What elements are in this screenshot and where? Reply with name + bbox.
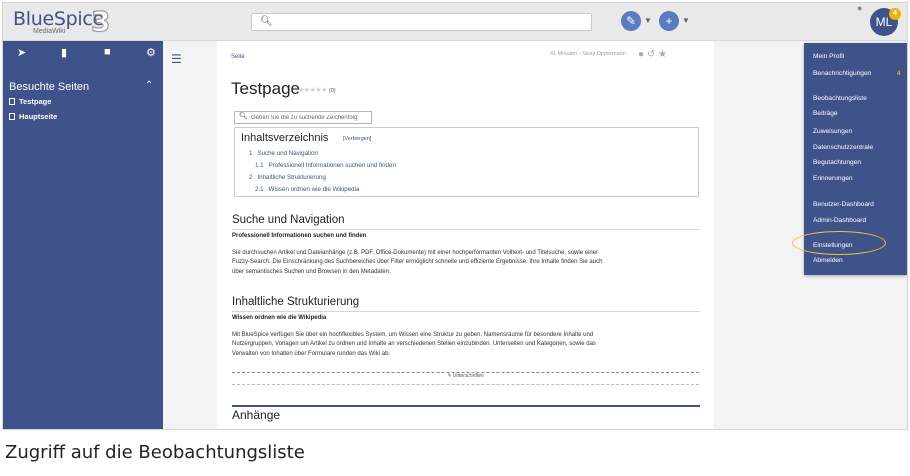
paragraph-line: Sie durchsuchen Artikel und Dateianhänge… <box>232 250 599 256</box>
screenshot-frame: BlueSpice MediaWiki 3 🔍︎ ✎ ▼ + ▼ ● ML 4 … <box>0 0 910 476</box>
toc-label: Inhaltliche Strukturierung <box>257 174 326 181</box>
page-icon <box>9 98 15 105</box>
menu-item-reviews[interactable]: Begutachtungen <box>813 159 861 166</box>
signatures-link[interactable]: ✎ Unterschriften <box>447 373 484 379</box>
page-search-input[interactable]: 🔍︎ Geben Sie die zu suchende Zeichenfolg <box>234 111 372 124</box>
sidebar-item-hauptseite[interactable]: Hauptseite <box>9 112 57 121</box>
lock-icon: ● <box>857 3 863 13</box>
bluespice-logo[interactable]: BlueSpice MediaWiki 3 <box>13 4 123 38</box>
page-title: Testpage <box>231 79 300 98</box>
paragraph-line: Verwalten von Inhalten über Formulare ru… <box>232 350 391 357</box>
breadcrumb[interactable]: Seite <box>231 54 245 60</box>
menu-item-privacy-center[interactable]: Datenschutzzentrale <box>813 144 873 151</box>
toc-number: 2 <box>249 174 253 181</box>
sidebar-item-testpage[interactable]: Testpage <box>9 97 51 106</box>
toc-entry[interactable]: 2.1 Wissen ordnen wie die Wikipedia <box>255 186 359 193</box>
search-placeholder: Geben Sie die zu suchende Zeichenfolg <box>251 114 358 121</box>
chevron-up-icon[interactable]: ⌃ <box>145 80 153 91</box>
section-subheading: Wissen ordnen wie die Wikipedia <box>232 315 327 321</box>
toc-label: Suche und Navigation <box>257 150 318 157</box>
chevron-down-icon: ▼ <box>682 16 690 25</box>
hamburger-menu-icon[interactable]: ☰ <box>171 52 182 66</box>
toc-number: 1.1 <box>255 162 264 169</box>
pin-icon[interactable]: ➤ <box>17 46 26 59</box>
heading-divider <box>232 229 700 230</box>
section-paragraph: Mit BlueSpice verfügen Sie über ein hoch… <box>232 331 702 359</box>
search-icon: 🔍︎ <box>239 113 248 120</box>
paragraph-line: Mit BlueSpice verfügen Sie über ein hoch… <box>232 332 594 338</box>
menu-item-reminders[interactable]: Erinnerungen <box>813 175 853 182</box>
top-bar: BlueSpice MediaWiki 3 🔍︎ ✎ ▼ + ▼ ● ML 4 <box>3 3 907 41</box>
toc-title: Inhaltsverzeichnis <box>241 132 329 144</box>
history-icon[interactable]: ↺ <box>647 49 655 60</box>
signature-divider <box>232 384 699 385</box>
menu-item-user-dashboard[interactable]: Benutzer-Dashboard <box>813 201 874 208</box>
chevron-down-icon: ▼ <box>644 16 652 25</box>
book-icon[interactable]: ▮ <box>61 46 67 59</box>
menu-item-admin-dashboard[interactable]: Admin-Dashboard <box>813 217 866 224</box>
page-actions: ● ↺ ★ <box>638 49 667 60</box>
toc-toggle-link[interactable]: [Verbergen] <box>343 136 371 142</box>
clipboard-icon[interactable]: ■ <box>104 46 111 58</box>
toc-entry[interactable]: 1.1 Professionell Informationen suchen un… <box>255 162 396 169</box>
menu-item-contributions[interactable]: Beiträge <box>813 110 838 117</box>
section-subheading: Professionell Informationen suchen und f… <box>232 233 367 239</box>
search-icon: 🔍︎ <box>260 16 273 27</box>
toc-entry[interactable]: 2 Inhaltliche Strukturierung <box>249 174 326 181</box>
section-heading: Inhaltliche Strukturierung <box>232 296 360 308</box>
attachments-divider <box>232 405 700 407</box>
menu-item-watchlist[interactable]: Beobachtungsliste <box>813 95 867 102</box>
paragraph-line: Fuzzy-Search. Die Einschränkung des Such… <box>232 259 603 266</box>
image-caption: Zugriff auf die Beobachtungsliste <box>5 442 305 463</box>
global-search-input[interactable]: 🔍︎ <box>251 13 592 31</box>
menu-item-my-profile[interactable]: Mein Profil <box>813 53 844 60</box>
page-icon <box>9 113 15 120</box>
heading-divider <box>232 311 700 312</box>
sidebar-item-label: Testpage <box>19 97 52 106</box>
visited-pages-heading[interactable]: Besuchte Seiten <box>9 81 89 93</box>
paragraph-line: Nutzergruppen, Vorlagen um Artikel zu or… <box>232 341 596 348</box>
wiki-window: BlueSpice MediaWiki 3 🔍︎ ✎ ▼ + ▼ ● ML 4 … <box>2 2 908 430</box>
main-content: Seite 41 Minuten - Sissy Oppermann ● ↺ ★… <box>217 41 714 429</box>
paragraph-line: über semantisches Suchen und Browsen in … <box>232 268 391 275</box>
sidebar-item-label: Hauptseite <box>19 112 58 121</box>
table-of-contents: Inhaltsverzeichnis [Verbergen] 1 Suche un… <box>234 127 699 197</box>
attachments-heading: Anhänge <box>232 408 281 422</box>
section-paragraph: Sie durchsuchen Artikel und Dateianhänge… <box>232 249 702 277</box>
rating-count: (0) <box>328 88 336 94</box>
plus-icon: + <box>659 11 679 31</box>
toc-label: Wissen ordnen wie die Wikipedia <box>268 186 360 193</box>
menu-item-logout[interactable]: Abmelden <box>813 257 843 264</box>
highlight-ellipse <box>792 231 886 255</box>
last-edit-text: 41 Minuten - Sissy Oppermann <box>550 51 626 57</box>
pencil-icon: ✎ <box>447 373 452 379</box>
notifications-count: 4 <box>897 71 901 77</box>
menu-item-assignments[interactable]: Zuweisungen <box>813 128 852 135</box>
last-edit-info: 41 Minuten - Sissy Oppermann ● ↺ ★ <box>550 49 667 60</box>
notification-badge: 4 <box>889 8 901 20</box>
toc-label: Professionell Informationen suchen und f… <box>268 162 396 169</box>
toc-number: 2.1 <box>255 186 264 193</box>
star-icon[interactable]: ★ <box>658 49 667 60</box>
menu-item-notifications[interactable]: Benachrichtigungen <box>813 70 871 77</box>
comment-icon[interactable]: ● <box>638 49 644 60</box>
toc-entry[interactable]: 1 Suche und Navigation <box>249 150 318 157</box>
sidebar-toolbar: ➤ ▮ ■ ⚙ <box>3 41 163 65</box>
section-heading: Suche und Navigation <box>232 214 345 226</box>
pencil-icon: ✎ <box>621 11 641 31</box>
rating-stars[interactable]: ★★★★★ (0) <box>298 86 336 94</box>
signatures-label: Unterschriften <box>452 373 484 379</box>
star-icons: ★★★★★ <box>298 87 327 94</box>
gear-icon[interactable]: ⚙ <box>146 46 156 59</box>
logo-subtext: MediaWiki <box>33 28 66 35</box>
left-sidebar: ➤ ▮ ■ ⚙ Besuchte Seiten ⌃ Testpage Haupt… <box>3 41 163 429</box>
toc-number: 1 <box>249 150 253 157</box>
logo-version: 3 <box>90 4 111 38</box>
